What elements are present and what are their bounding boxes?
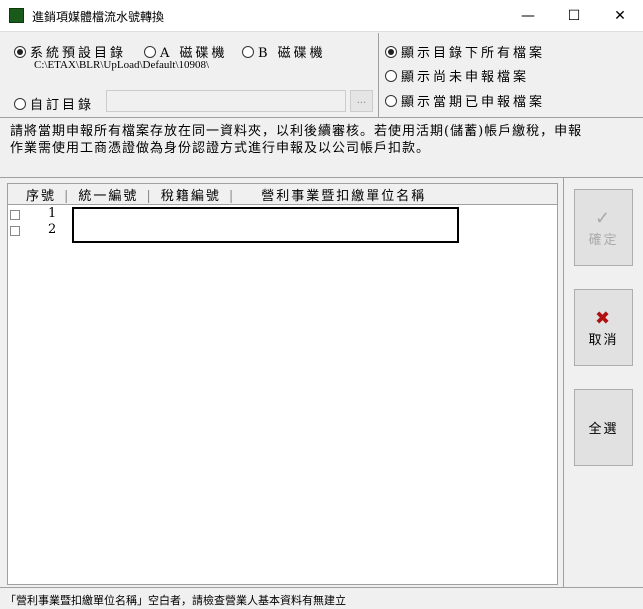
info-text: 請將當期申報所有檔案存放在同一資料夾，以利後續審核。若使用活期(儲蓄)帳戶繳稅，… — [10, 124, 583, 156]
radio-show-unreported[interactable]: 顯示尚未申報檔案 — [385, 66, 529, 85]
column-separator: | — [64, 189, 71, 204]
row-checkbox[interactable] — [10, 210, 20, 220]
filter-panel: 顯示目錄下所有檔案 顯示尚未申報檔案 顯示當期已申報檔案 — [378, 33, 643, 118]
x-icon: ✖ — [594, 307, 613, 329]
minimize-button[interactable]: — — [505, 0, 551, 32]
column-tax-id[interactable]: 統一編號 — [78, 189, 138, 204]
label: B 磁碟機 — [258, 46, 326, 61]
name-edit-box[interactable] — [72, 207, 459, 243]
status-bar: 「營利事業暨扣繳單位名稱」空白者，請檢查營業人基本資料有無建立 — [0, 587, 643, 609]
column-separator: | — [146, 189, 153, 204]
default-path: C:\ETAX\BLR\UpLoad\Default\10908\ — [34, 59, 210, 71]
column-tax-reg[interactable]: 稅籍編號 — [161, 189, 221, 204]
column-separator: | — [228, 189, 236, 204]
label: 顯示當期已申報檔案 — [401, 95, 546, 110]
table-row[interactable]: 2 — [10, 222, 60, 240]
app-icon — [9, 8, 24, 23]
table-header: 序號 | 統一編號 | 稅籍編號 | 營利事業暨扣繳單位名稱 — [8, 184, 557, 205]
row-seq: 1 — [48, 206, 57, 221]
maximize-button[interactable]: ☐ — [551, 0, 597, 32]
label: 顯示尚未申報檔案 — [401, 70, 530, 85]
radio-icon — [385, 95, 397, 107]
file-list[interactable]: 序號 | 統一編號 | 稅籍編號 | 營利事業暨扣繳單位名稱 1 2 — [7, 183, 558, 585]
confirm-button[interactable]: ✓ 確定 — [574, 189, 633, 266]
label: 顯示目錄下所有檔案 — [401, 46, 546, 61]
browse-button[interactable]: ... — [350, 90, 373, 112]
check-icon: ✓ — [594, 207, 613, 229]
custom-path-input[interactable] — [106, 90, 346, 112]
label: 全選 — [588, 422, 619, 437]
cancel-button[interactable]: ✖ 取消 — [574, 289, 633, 366]
radio-show-all[interactable]: 顯示目錄下所有檔案 — [385, 42, 545, 61]
radio-custom[interactable]: 自訂目錄 — [14, 94, 94, 113]
label: 確定 — [588, 232, 619, 248]
radio-icon — [385, 70, 397, 82]
directory-panel: 系統預設目錄 A 磁碟機 B 磁碟機 C:\ETAX\BLR\UpLoad\De… — [0, 33, 379, 118]
select-all-button[interactable]: 全選 — [574, 389, 633, 466]
title-bar: 進銷項媒體檔流水號轉換 — ☐ ✕ — [0, 0, 643, 32]
radio-icon — [242, 46, 254, 58]
radio-icon — [144, 46, 156, 58]
close-button[interactable]: ✕ — [597, 0, 643, 32]
radio-show-reported[interactable]: 顯示當期已申報檔案 — [385, 91, 545, 110]
column-company-name[interactable]: 營利事業暨扣繳單位名稱 — [261, 189, 426, 204]
radio-drive-b[interactable]: B 磁碟機 — [242, 42, 326, 61]
column-seq[interactable]: 序號 — [26, 189, 56, 204]
label: 自訂目錄 — [30, 98, 95, 113]
radio-icon — [385, 46, 397, 58]
divider — [0, 177, 643, 178]
radio-icon — [14, 98, 26, 110]
label: 取消 — [588, 332, 619, 348]
radio-icon — [14, 46, 26, 58]
row-seq: 2 — [48, 222, 57, 237]
row-checkbox[interactable] — [10, 226, 20, 236]
window-title: 進銷項媒體檔流水號轉換 — [32, 10, 165, 24]
divider — [563, 177, 564, 587]
